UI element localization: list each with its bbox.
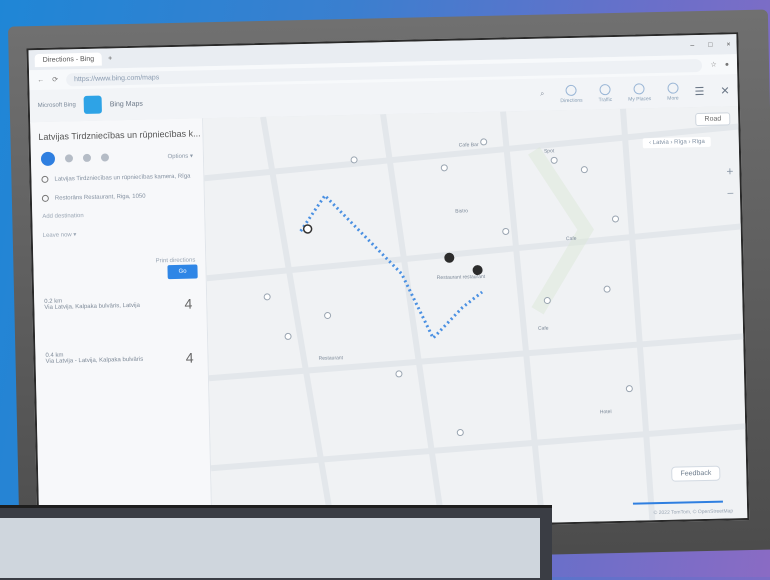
section-title: Bing Maps xyxy=(109,100,143,108)
destination-label: Restaurant restaurant xyxy=(436,273,486,282)
profile-icon[interactable]: ● xyxy=(725,61,729,68)
poi-label[interactable]: Cafe xyxy=(538,326,549,332)
route-option-1[interactable]: 0.2 km Via Latvija, Kalpaka bulvāris, La… xyxy=(34,289,207,317)
route-minutes: 4 xyxy=(184,295,193,312)
drive-mode-icon[interactable] xyxy=(40,151,56,166)
maximize-button[interactable]: □ xyxy=(708,41,712,48)
close-icon[interactable]: ✕ xyxy=(720,84,729,97)
walk-mode-icon[interactable] xyxy=(82,153,92,163)
new-tab-icon[interactable]: + xyxy=(108,55,112,62)
poi-label[interactable]: Cafe xyxy=(566,236,577,242)
map-canvas[interactable]: Restaurant restaurant Cafe Bar Spot Bist… xyxy=(203,106,749,531)
tab-directions[interactable]: Directions - Bing xyxy=(34,52,103,67)
search-icon[interactable]: ⌕ xyxy=(540,91,544,99)
zoom-out-button[interactable]: − xyxy=(727,186,734,200)
browser-window: Directions - Bing + – □ × ← ⟳ https://ww… xyxy=(26,32,750,537)
route-minutes: 4 xyxy=(185,349,194,366)
poi-label[interactable]: Bistro xyxy=(455,208,468,214)
brand-logo[interactable]: Microsoft Bing xyxy=(38,102,76,109)
transit-mode-icon[interactable] xyxy=(64,154,74,163)
poi-label[interactable]: Hotel xyxy=(600,409,612,415)
close-window-button[interactable]: × xyxy=(726,41,730,48)
poi-label[interactable]: Restaurant xyxy=(319,355,344,362)
zoom-controls: + − xyxy=(726,164,734,200)
map-roads xyxy=(204,108,749,528)
menu-icon[interactable]: ☰ xyxy=(694,84,704,97)
traffic-tool[interactable]: Traffic xyxy=(598,83,612,103)
panel-title: Latvijas Tirdzniecības un rūpniecības k.… xyxy=(38,128,201,143)
header-tools: ⌕ Directions Traffic My Places More ☰ ✕ xyxy=(540,81,730,104)
favorites-icon[interactable]: ☆ xyxy=(710,61,716,69)
laptop-display xyxy=(0,518,540,578)
options-dropdown[interactable]: Options ▾ xyxy=(168,152,193,160)
my-places-tool[interactable]: My Places xyxy=(628,82,651,102)
feedback-button[interactable]: Feedback xyxy=(671,465,721,482)
location-breadcrumb[interactable]: ‹ Latvia › Rīga › Rīga xyxy=(642,136,711,149)
poi-label[interactable]: Cafe Bar xyxy=(459,142,479,148)
bike-mode-icon[interactable] xyxy=(100,153,110,162)
route-option-2[interactable]: 0.4 km Via Latvija - Latvija, Kalpaka bu… xyxy=(35,343,208,371)
window-controls: – □ × xyxy=(690,41,730,49)
go-button[interactable]: Go xyxy=(167,264,198,280)
maps-app-icon[interactable] xyxy=(83,95,102,114)
refresh-icon[interactable]: ⟳ xyxy=(52,76,58,84)
destination-icon xyxy=(41,194,49,202)
depart-time-dropdown[interactable]: Leave now ▾ xyxy=(33,222,205,245)
back-icon[interactable]: ← xyxy=(37,76,44,83)
main-content: Latvijas Tirdzniecības un rūpniecības k.… xyxy=(30,106,749,535)
origin-marker[interactable] xyxy=(302,224,313,234)
directions-panel: Latvijas Tirdzniecības un rūpniecības k.… xyxy=(30,118,213,535)
more-tool[interactable]: More xyxy=(667,82,679,101)
map-style-button[interactable]: Road xyxy=(695,112,731,127)
origin-icon xyxy=(41,175,49,183)
poi-label[interactable]: Spot xyxy=(544,148,554,154)
directions-tool[interactable]: Directions xyxy=(560,84,583,104)
monitor-bezel: Directions - Bing + – □ × ← ⟳ https://ww… xyxy=(7,9,770,567)
minimize-button[interactable]: – xyxy=(690,42,694,49)
zoom-in-button[interactable]: + xyxy=(726,164,733,178)
laptop-screen-foreground xyxy=(0,505,552,580)
